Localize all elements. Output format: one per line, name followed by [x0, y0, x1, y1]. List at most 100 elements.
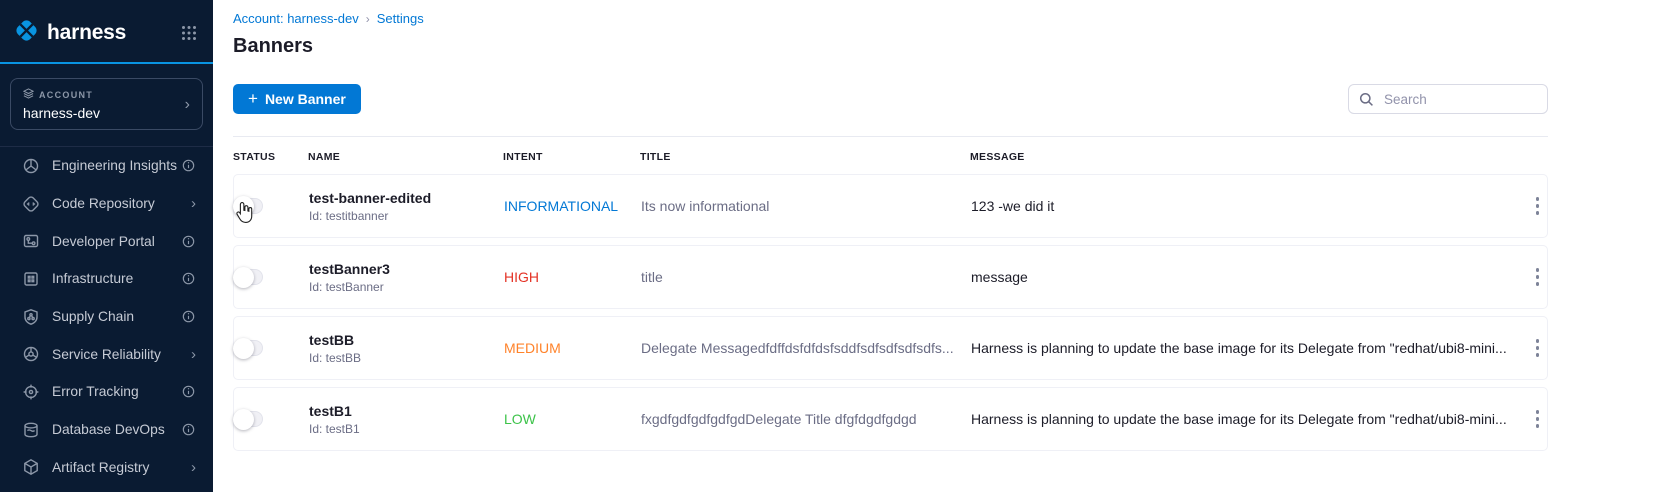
chevron-right-icon: › — [191, 346, 196, 363]
sidebar-item-label: Service Reliability — [52, 347, 161, 362]
banner-id: Id: testB1 — [309, 422, 504, 436]
sidebar-item-service-reliability[interactable]: Service Reliability › — [0, 335, 213, 373]
harness-logo-icon[interactable] — [13, 17, 40, 49]
banner-name: testB1 — [309, 403, 504, 419]
status-toggle[interactable] — [234, 340, 263, 356]
table-row[interactable]: test-banner-edited Id: testitbannerINFORM… — [233, 174, 1548, 238]
toggle-knob — [233, 196, 254, 217]
sidebar: harness ACCOUNT harness-dev › Enginee — [0, 0, 213, 492]
developer-portal-icon — [22, 232, 41, 250]
toolbar: + New Banner — [233, 84, 1548, 137]
menu-cell — [1507, 263, 1547, 292]
logo-row: harness — [0, 0, 213, 62]
engineering-insights-icon — [22, 157, 41, 175]
info-icon[interactable] — [181, 271, 196, 286]
row-options-menu-button[interactable] — [1528, 192, 1548, 221]
name-cell: testBB Id: testBB — [309, 332, 504, 365]
new-banner-label: New Banner — [265, 91, 346, 107]
sidebar-item-engineering-insights[interactable]: Engineering Insights — [0, 147, 213, 185]
sidebar-item-label: Code Repository — [52, 196, 155, 211]
banner-name: test-banner-edited — [309, 190, 504, 206]
table-body: test-banner-edited Id: testitbannerINFORM… — [233, 174, 1548, 451]
breadcrumb-link-account-harness-dev[interactable]: Account: harness-dev — [233, 11, 359, 26]
status-toggle[interactable] — [234, 411, 263, 427]
row-options-menu-button[interactable] — [1528, 405, 1548, 434]
error-tracking-icon — [22, 383, 41, 401]
table-row[interactable]: testB1Id: testB1LOWfxgdfgdfgdfgdfgdDeleg… — [233, 387, 1548, 451]
status-toggle[interactable] — [234, 269, 263, 285]
sidebar-item-label: Infrastructure — [52, 271, 133, 286]
account-name: harness-dev — [23, 105, 100, 121]
row-options-menu-button[interactable] — [1528, 263, 1548, 292]
new-banner-button[interactable]: + New Banner — [233, 84, 361, 114]
plus-icon: + — [248, 90, 258, 107]
supply-chain-icon — [22, 308, 41, 326]
chevron-right-icon: › — [185, 97, 190, 113]
status-cell — [234, 198, 309, 214]
toggle-knob — [233, 338, 254, 359]
sidebar-nav: Engineering Insights Code Repository › Deve… — [0, 147, 213, 486]
banners-table: STATUSNAMEINTENTTITLEMESSAGE test-banner… — [233, 137, 1548, 451]
main-content: Account: harness-dev›Settings Banners + … — [213, 0, 1664, 492]
column-header-title: TITLE — [640, 151, 970, 163]
service-reliability-icon — [22, 345, 41, 363]
search-input[interactable] — [1382, 91, 1537, 108]
sidebar-item-supply-chain[interactable]: Supply Chain — [0, 298, 213, 336]
database-devops-icon — [22, 421, 41, 439]
search-box[interactable] — [1348, 84, 1548, 114]
info-icon[interactable] — [181, 158, 196, 173]
toggle-knob — [233, 409, 254, 430]
toggle-knob — [233, 267, 254, 288]
title-cell: Delegate Messagedfdffdsfdfdsfsddfsdfsdfs… — [641, 340, 971, 356]
message-cell: Harness is planning to update the base i… — [971, 411, 1507, 427]
banner-name: testBanner3 — [309, 261, 504, 277]
info-icon[interactable] — [181, 422, 196, 437]
sidebar-item-label: Supply Chain — [52, 309, 134, 324]
table-header-row: STATUSNAMEINTENTTITLEMESSAGE — [233, 137, 1548, 174]
infrastructure-icon — [22, 270, 41, 288]
logo-underline-divider — [0, 62, 213, 64]
chevron-right-icon: › — [191, 195, 196, 212]
banner-id: Id: testitbanner — [309, 209, 504, 223]
sidebar-item-database-devops[interactable]: Database DevOps — [0, 411, 213, 449]
column-header-name: NAME — [308, 151, 503, 163]
column-header-menu-spacer — [1508, 151, 1548, 163]
search-icon — [1359, 92, 1374, 107]
apps-grid-icon[interactable] — [181, 25, 197, 41]
account-label: ACCOUNT — [39, 90, 93, 100]
table-row[interactable]: testBanner3Id: testBannerHIGHtitlemessag… — [233, 245, 1548, 309]
message-cell: message — [971, 269, 1507, 285]
intent-cell: INFORMATIONAL — [504, 198, 641, 214]
intent-cell: MEDIUM — [504, 340, 641, 356]
sidebar-item-infrastructure[interactable]: Infrastructure — [0, 260, 213, 298]
info-icon[interactable] — [181, 234, 196, 249]
banner-id: Id: testBanner — [309, 280, 504, 294]
status-cell — [234, 340, 309, 356]
sidebar-item-label: Engineering Insights — [52, 158, 177, 173]
title-cell: fxgdfgdfgdfgdfgdDelegate Title dfgfdgdfg… — [641, 411, 971, 427]
sidebar-item-label: Developer Portal — [52, 234, 155, 249]
breadcrumb: Account: harness-dev › Settings — [233, 0, 1548, 26]
sidebar-item-developer-portal[interactable]: Developer Portal — [0, 222, 213, 260]
status-toggle[interactable] — [234, 198, 263, 214]
code-repository-icon — [22, 195, 41, 213]
status-cell — [234, 269, 309, 285]
title-cell: Its now informational — [641, 198, 971, 214]
table-row[interactable]: testBB Id: testBBMEDIUMDelegate Messagedf… — [233, 316, 1548, 380]
breadcrumb-link-settings[interactable]: Settings — [377, 11, 424, 26]
account-selector[interactable]: ACCOUNT harness-dev › — [10, 78, 203, 130]
info-icon[interactable] — [181, 384, 196, 399]
banner-name: testBB — [309, 332, 504, 348]
row-options-menu-button[interactable] — [1528, 334, 1548, 363]
sidebar-item-artifact-registry[interactable]: Artifact Registry› — [0, 449, 213, 487]
account-layers-icon — [23, 88, 34, 101]
info-icon[interactable] — [181, 309, 196, 324]
sidebar-item-label: Database DevOps — [52, 422, 165, 437]
sidebar-item-error-tracking[interactable]: Error Tracking — [0, 373, 213, 411]
breadcrumb-separator-icon: › — [366, 12, 370, 26]
sidebar-item-code-repository[interactable]: Code Repository › — [0, 185, 213, 223]
menu-cell — [1507, 334, 1547, 363]
sidebar-item-label: Artifact Registry — [52, 460, 149, 475]
banner-id: Id: testBB — [309, 351, 504, 365]
name-cell: test-banner-edited Id: testitbanner — [309, 190, 504, 223]
